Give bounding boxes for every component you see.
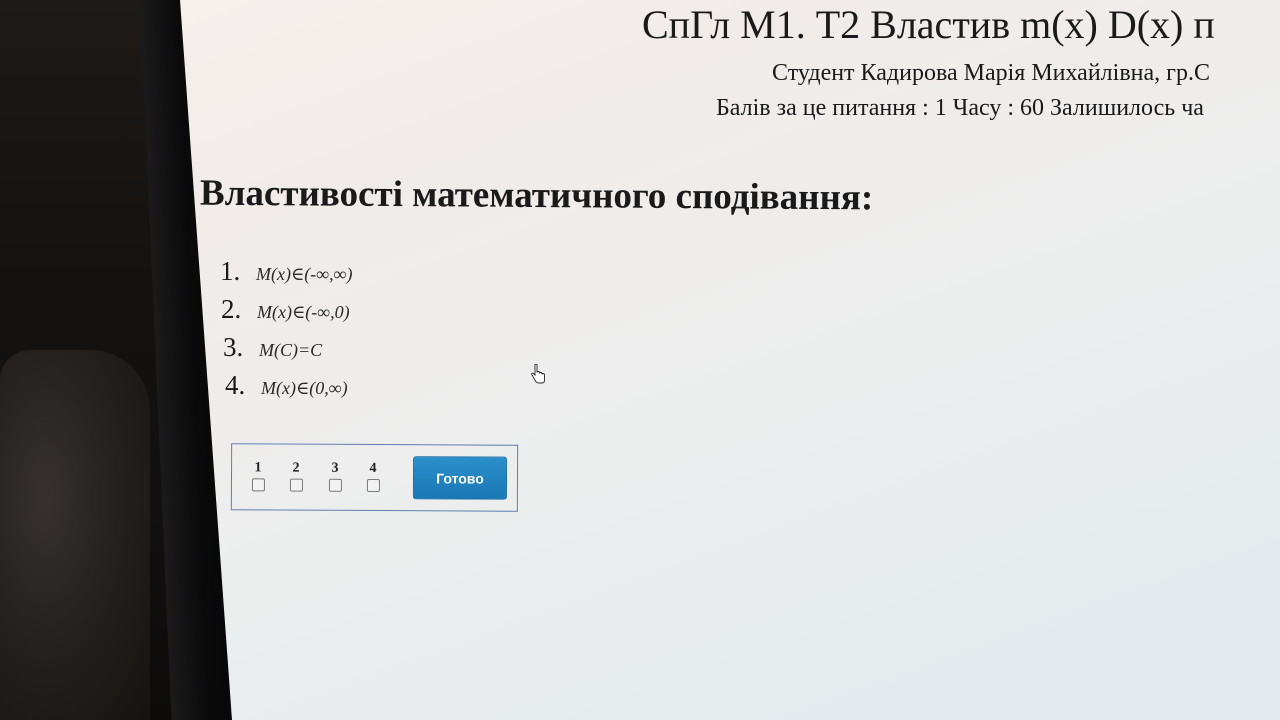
- choice-label: 1: [254, 460, 262, 476]
- choice-4[interactable]: 4: [365, 460, 381, 493]
- option-number: 2.: [221, 294, 242, 324]
- score-time-info: Балів за це питання : 1 Часу : 60 Залиши…: [716, 95, 1204, 121]
- done-button[interactable]: Готово: [412, 456, 508, 500]
- choice-3[interactable]: 3: [327, 461, 343, 492]
- option-item: 1. M(x)∈(-∞,∞): [220, 256, 352, 294]
- options-list: 1. M(x)∈(-∞,∞) 2. M(x)∈(-∞,0) 3. M(C)=C …: [220, 256, 352, 408]
- checkbox-icon[interactable]: [289, 478, 303, 492]
- option-formula: M(x)∈(0,∞): [261, 378, 348, 398]
- student-info: Студент Кадирова Марія Михайлівна, гр.С: [772, 60, 1210, 86]
- choice-2[interactable]: 2: [288, 461, 304, 492]
- test-title: СпГл М1. Т2 Властив m(x) D(x) п: [642, 2, 1215, 47]
- choice-1[interactable]: 1: [250, 460, 266, 492]
- checkbox-icon[interactable]: [366, 478, 380, 493]
- option-item: 4. M(x)∈(0,∞): [225, 370, 352, 408]
- option-number: 1.: [220, 256, 241, 286]
- checkbox-icon[interactable]: [251, 478, 265, 492]
- photo-scene: СпГл М1. Т2 Властив m(x) D(x) п Студент …: [0, 0, 1280, 720]
- option-formula: M(x)∈(-∞,0): [257, 302, 350, 322]
- question-heading: Властивості математичного сподівання:: [199, 172, 874, 219]
- hand-pointer-icon: [531, 364, 545, 384]
- background-object: [0, 350, 150, 720]
- option-number: 3.: [223, 332, 244, 362]
- answer-panel: 1 2 3 4 Готово: [230, 443, 519, 512]
- option-item: 2. M(x)∈(-∞,0): [221, 294, 352, 332]
- option-formula: M(C)=C: [259, 340, 323, 360]
- choice-label: 4: [369, 460, 377, 477]
- option-formula: M(x)∈(-∞,∞): [256, 264, 353, 284]
- choice-label: 2: [292, 460, 300, 476]
- choice-label: 3: [331, 460, 339, 476]
- checkbox-icon[interactable]: [328, 478, 342, 492]
- option-number: 4.: [225, 370, 246, 400]
- option-item: 3. M(C)=C: [223, 332, 352, 370]
